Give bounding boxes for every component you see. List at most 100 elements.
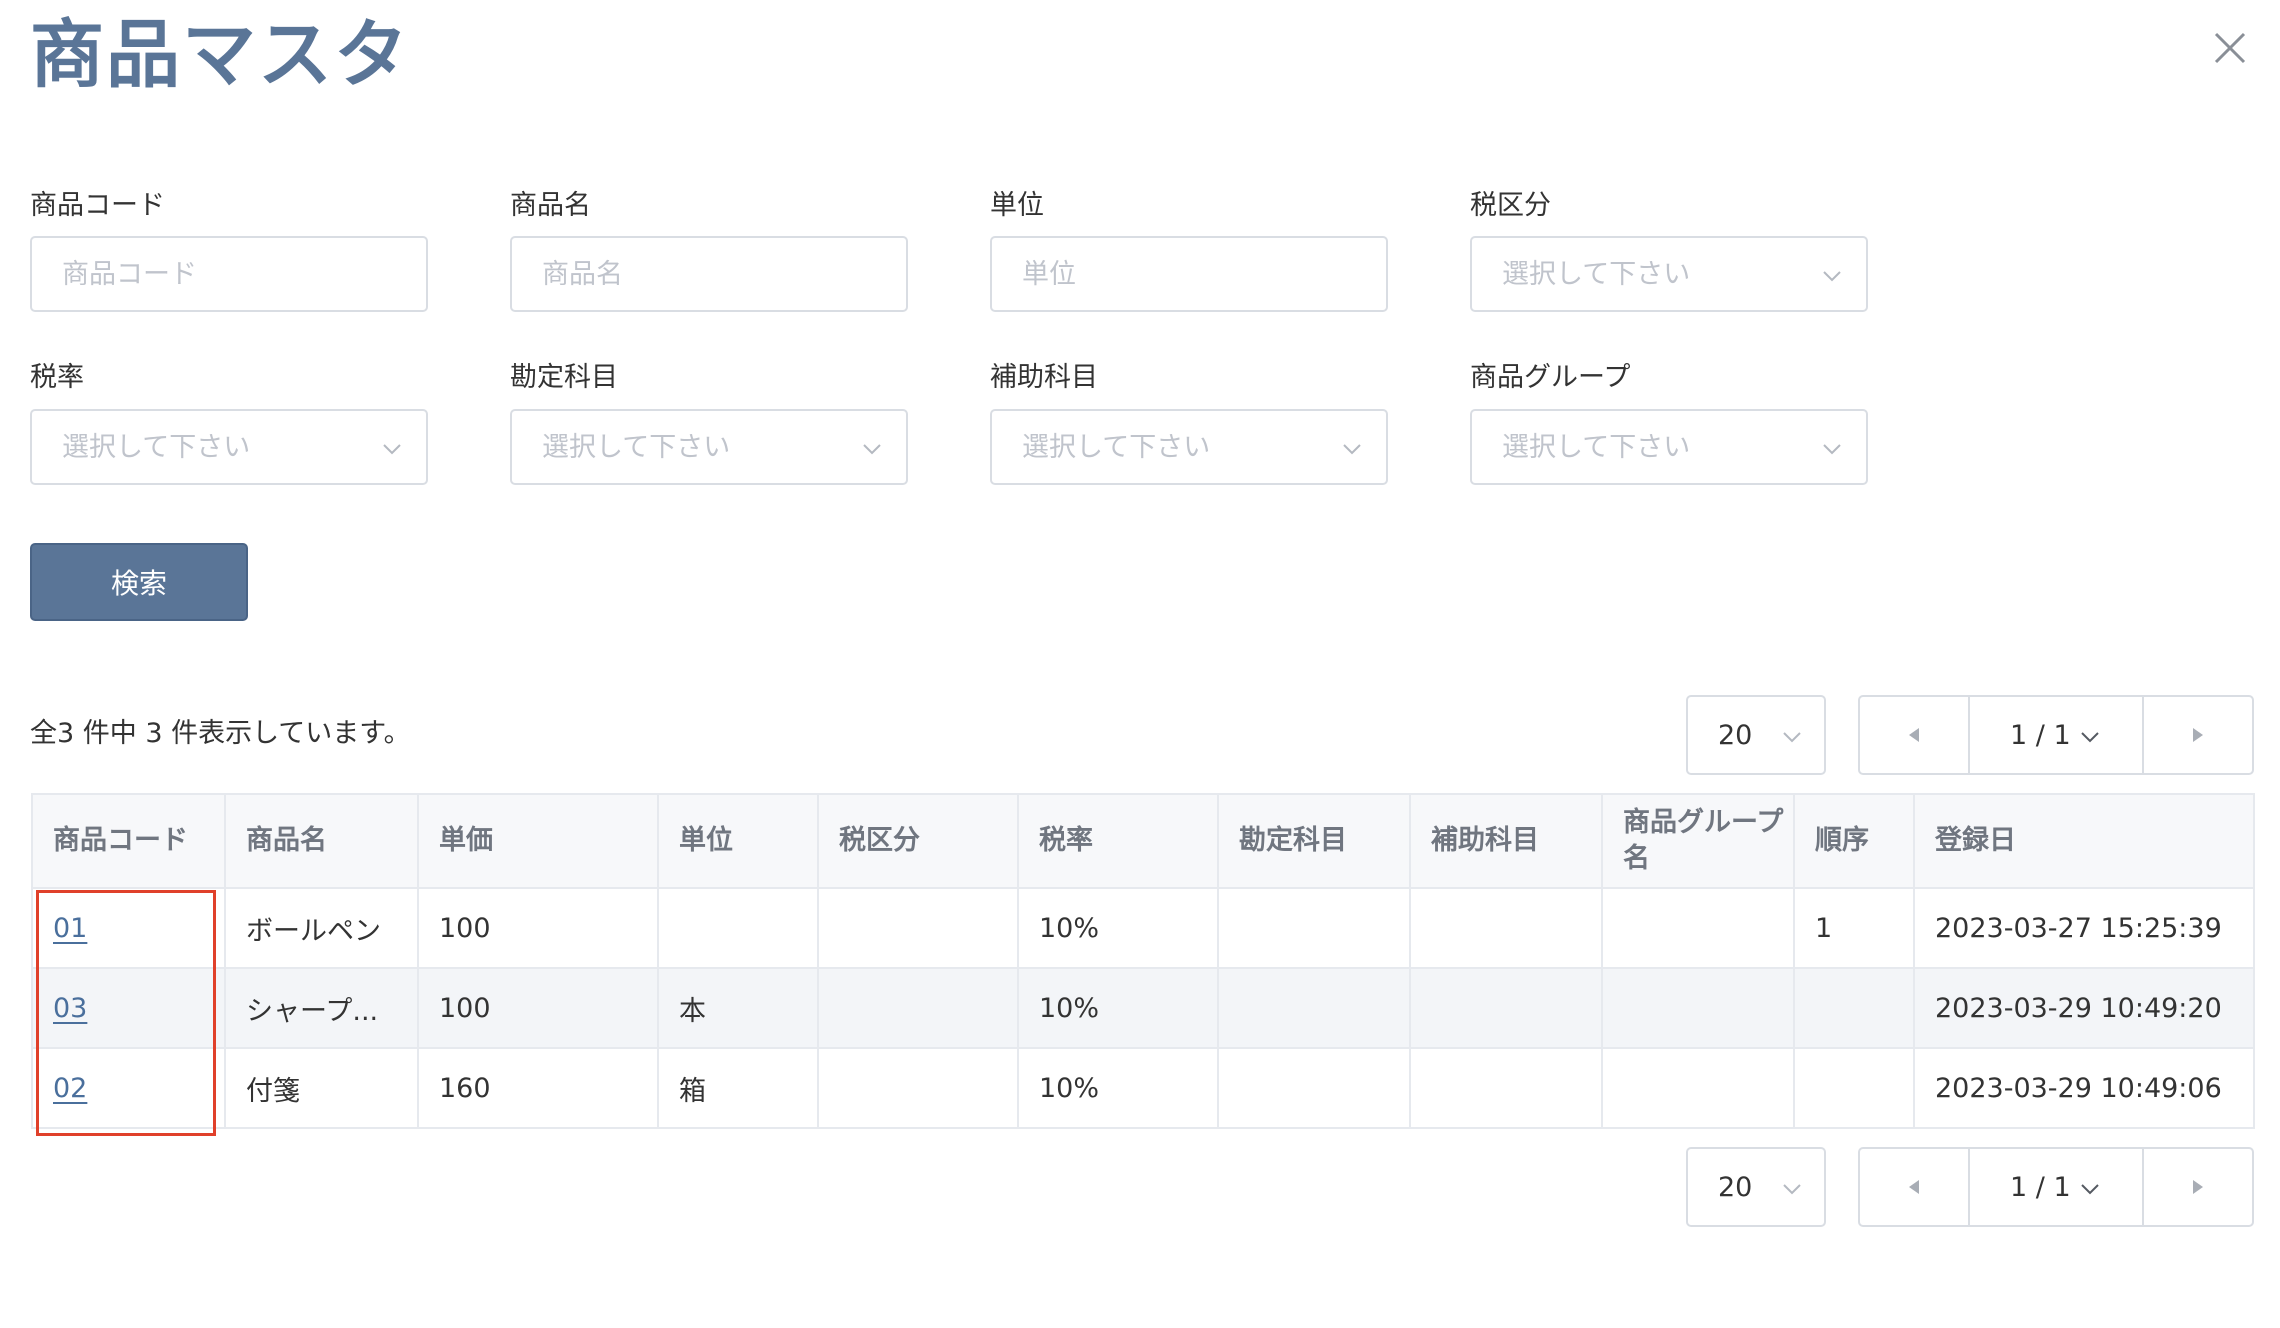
table-row: 01 ボールペン 100 10% 1 2023-03-27 15:25:39 [31, 887, 2255, 969]
cell-tax-rate: 10% [1017, 887, 1219, 969]
page-select[interactable]: 1 / 1 [1968, 1149, 2144, 1225]
cell-price: 100 [417, 967, 659, 1049]
product-group-placeholder: 選択して下さい [1502, 432, 1691, 463]
chevron-down-icon [1340, 437, 1364, 461]
cell-tax-category [817, 967, 1019, 1049]
product-code-link[interactable]: 03 [53, 993, 87, 1024]
product-group-label: 商品グループ [1470, 362, 1631, 393]
cell-name: シャープ... [224, 967, 419, 1049]
cell-group [1601, 1047, 1795, 1129]
column-header[interactable]: 勘定科目 [1217, 793, 1411, 889]
product-code-link[interactable]: 02 [53, 1073, 87, 1104]
cell-account [1217, 1047, 1411, 1129]
page-size-select-bottom[interactable]: 20 [1686, 1147, 1826, 1227]
column-header[interactable]: 単価 [417, 793, 659, 889]
cell-registered: 2023-03-29 10:49:06 [1913, 1047, 2255, 1129]
tax-rate-label: 税率 [30, 362, 84, 393]
column-header[interactable]: 登録日 [1913, 793, 2255, 889]
chevron-down-icon [1780, 1177, 1804, 1201]
account-select[interactable]: 選択して下さい [510, 409, 908, 485]
chevron-down-icon [2078, 725, 2102, 749]
page-size-select[interactable]: 20 [1686, 695, 1826, 775]
cell-tax-category [817, 887, 1019, 969]
cell-order [1793, 1047, 1915, 1129]
next-page-button[interactable] [2144, 1149, 2252, 1225]
unit-label: 単位 [990, 190, 1044, 221]
column-header[interactable]: 商品グループ名 [1601, 793, 1795, 889]
cell-price: 100 [417, 887, 659, 969]
product-name-input[interactable] [510, 236, 908, 312]
cell-unit: 箱 [657, 1047, 819, 1129]
sub-account-select[interactable]: 選択して下さい [990, 409, 1388, 485]
table-row: 03 シャープ... 100 本 10% 2023-03-29 10:49:20 [31, 967, 2255, 1049]
page-select[interactable]: 1 / 1 [1968, 697, 2144, 773]
results-summary: 全3 件中 3 件表示しています。 [30, 718, 411, 749]
page-indicator: 1 / 1 [2010, 720, 2071, 751]
page-size-value: 20 [1718, 1172, 1753, 1203]
cell-registered: 2023-03-27 15:25:39 [1913, 887, 2255, 969]
table-row: 02 付箋 160 箱 10% 2023-03-29 10:49:06 [31, 1047, 2255, 1129]
caret-left-icon [1909, 728, 1919, 742]
tax-category-select[interactable]: 選択して下さい [1470, 236, 1868, 312]
cell-registered: 2023-03-29 10:49:20 [1913, 967, 2255, 1049]
cell-sub-account [1409, 887, 1603, 969]
search-button[interactable]: 検索 [30, 543, 248, 621]
cell-name: 付箋 [224, 1047, 419, 1129]
sub-account-placeholder: 選択して下さい [1022, 432, 1211, 463]
cell-account [1217, 967, 1411, 1049]
next-page-button[interactable] [2144, 697, 2252, 773]
product-group-select[interactable]: 選択して下さい [1470, 409, 1868, 485]
chevron-down-icon [1820, 264, 1844, 288]
cell-order: 1 [1793, 887, 1915, 969]
caret-right-icon [2193, 728, 2203, 742]
cell-group [1601, 967, 1795, 1049]
tax-category-placeholder: 選択して下さい [1502, 259, 1691, 290]
close-icon [2214, 32, 2246, 64]
product-code-label: 商品コード [30, 190, 165, 221]
chevron-down-icon [380, 437, 404, 461]
page-title: 商品マスタ [30, 12, 410, 98]
cell-code: 01 [31, 887, 226, 969]
prev-page-button[interactable] [1860, 697, 1968, 773]
tax-rate-placeholder: 選択して下さい [62, 432, 251, 463]
cell-price: 160 [417, 1047, 659, 1129]
column-header[interactable]: 単位 [657, 793, 819, 889]
caret-right-icon [2193, 1180, 2203, 1194]
column-header[interactable]: 税率 [1017, 793, 1219, 889]
chevron-down-icon [860, 437, 884, 461]
product-code-input[interactable] [30, 236, 428, 312]
sub-account-label: 補助科目 [990, 362, 1098, 393]
cell-code: 02 [31, 1047, 226, 1129]
cell-group [1601, 887, 1795, 969]
unit-input[interactable] [990, 236, 1388, 312]
column-header[interactable]: 商品コード [31, 793, 226, 889]
product-table: 商品コード 商品名 単価 単位 税区分 税率 勘定科目 補助科目 商品グループ名… [31, 793, 2255, 1129]
product-code-link[interactable]: 01 [53, 913, 87, 944]
tax-rate-select[interactable]: 選択して下さい [30, 409, 428, 485]
cell-order [1793, 967, 1915, 1049]
chevron-down-icon [1820, 437, 1844, 461]
prev-page-button[interactable] [1860, 1149, 1968, 1225]
chevron-down-icon [2078, 1177, 2102, 1201]
cell-account [1217, 887, 1411, 969]
cell-sub-account [1409, 1047, 1603, 1129]
account-placeholder: 選択して下さい [542, 432, 731, 463]
column-header[interactable]: 商品名 [224, 793, 419, 889]
column-header[interactable]: 補助科目 [1409, 793, 1603, 889]
pagination: 1 / 1 [1858, 695, 2254, 775]
table-header-row: 商品コード 商品名 単価 単位 税区分 税率 勘定科目 補助科目 商品グループ名… [31, 793, 2255, 889]
cell-tax-rate: 10% [1017, 1047, 1219, 1129]
page-indicator: 1 / 1 [2010, 1172, 2071, 1203]
page-size-value: 20 [1718, 720, 1753, 751]
cell-code: 03 [31, 967, 226, 1049]
cell-tax-rate: 10% [1017, 967, 1219, 1049]
chevron-down-icon [1780, 725, 1804, 749]
column-header[interactable]: 順序 [1793, 793, 1915, 889]
cell-tax-category [817, 1047, 1019, 1129]
cell-unit [657, 887, 819, 969]
column-header[interactable]: 税区分 [817, 793, 1019, 889]
caret-left-icon [1909, 1180, 1919, 1194]
account-label: 勘定科目 [510, 362, 618, 393]
cell-name: ボールペン [224, 887, 419, 969]
close-button[interactable] [2210, 28, 2250, 68]
